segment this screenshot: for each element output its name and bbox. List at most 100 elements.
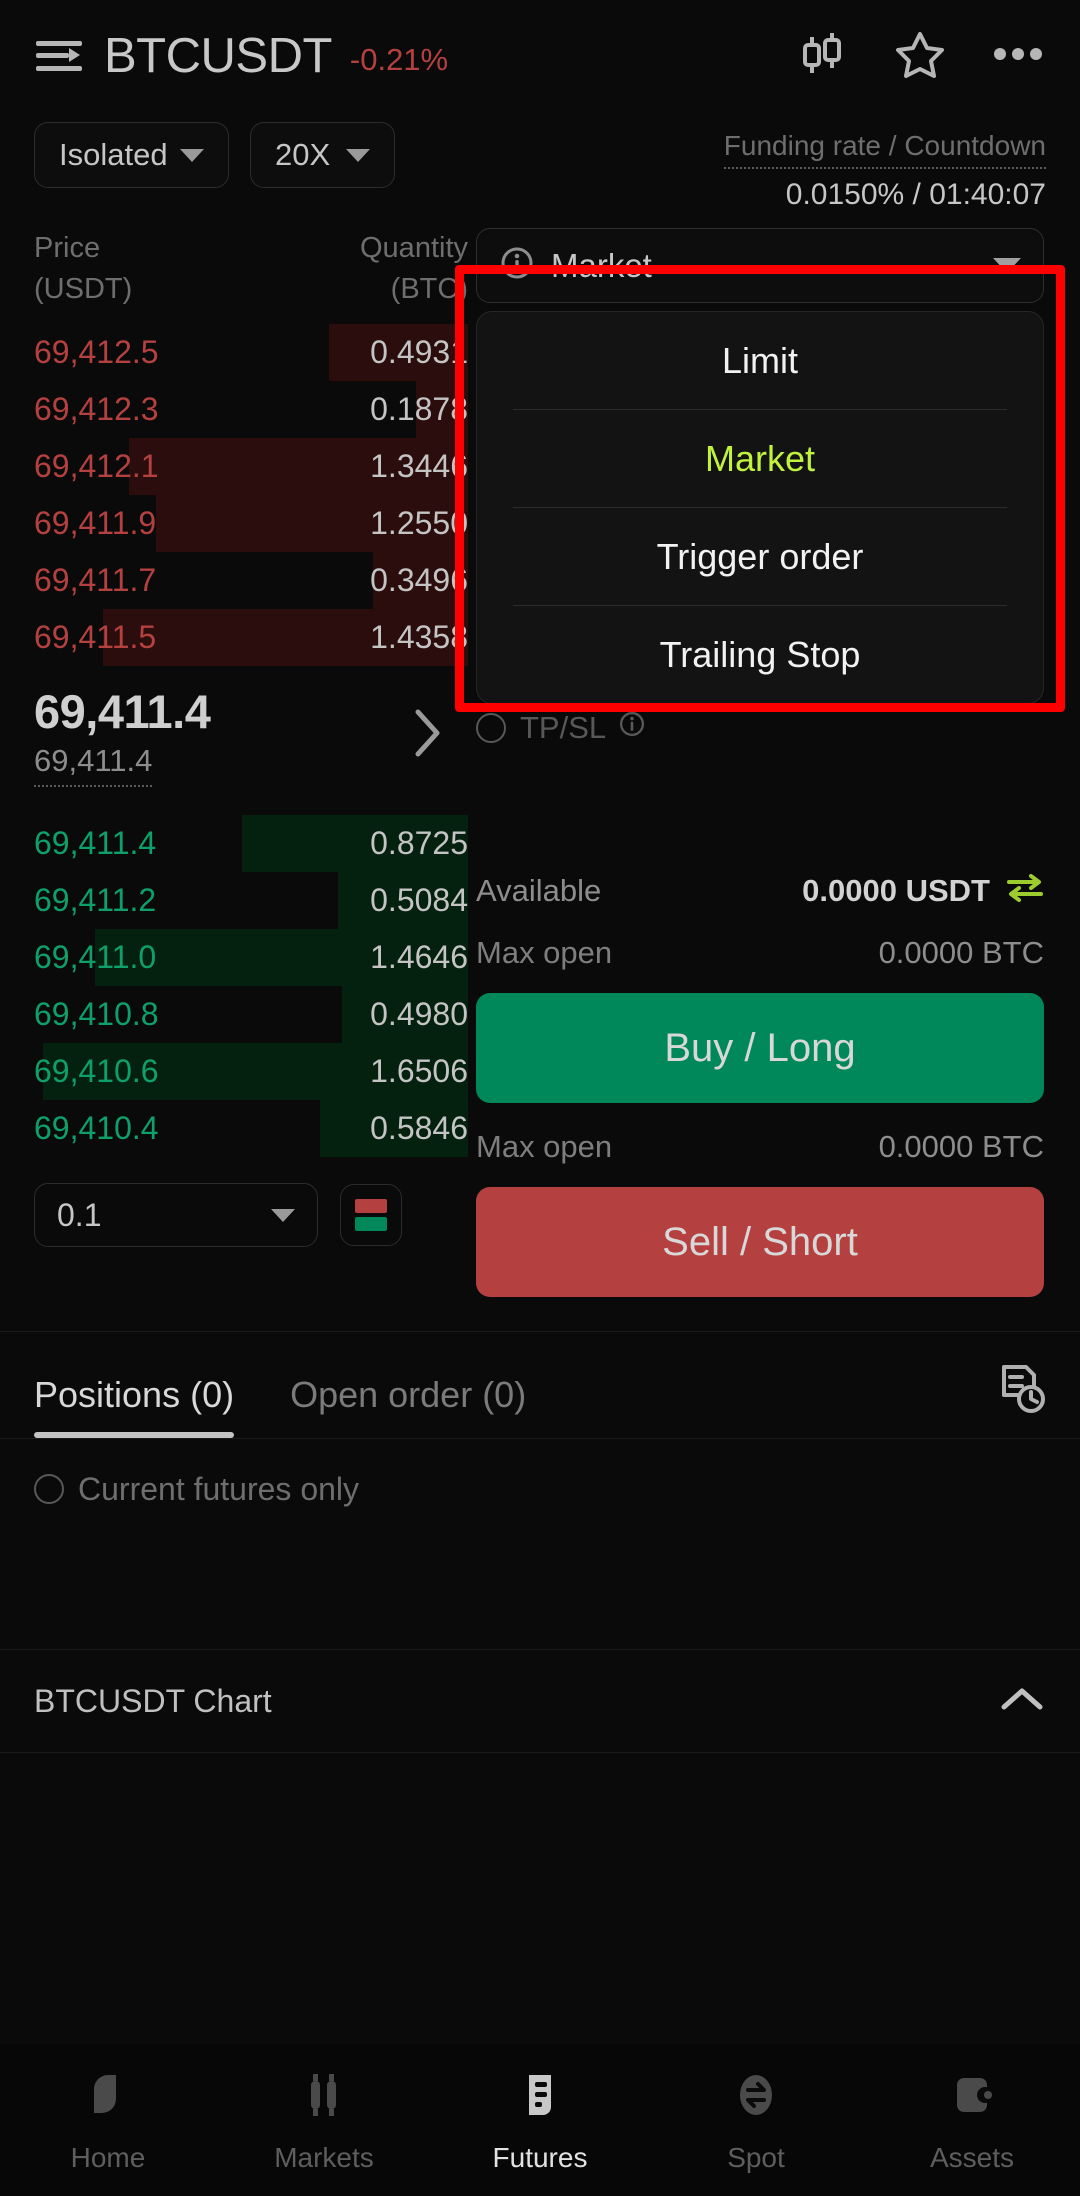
available-value: 0.0000 USDT [802, 872, 990, 908]
max-open-label: Max open [476, 1129, 613, 1164]
column-header-quantity: Quantity [360, 232, 468, 264]
markets-candles-icon [296, 2067, 352, 2128]
chevron-down-icon [271, 1208, 295, 1222]
tab-positions[interactable]: Positions (0) [34, 1374, 235, 1438]
tab-open-order[interactable]: Open order (0) [290, 1374, 526, 1438]
order-book-row[interactable]: 69,411.0 1.4646 [34, 929, 468, 986]
order-book-price: 69,410.6 [34, 1053, 159, 1089]
order-book-price: 69,411.5 [34, 619, 157, 655]
tpsl-toggle[interactable]: TP/SL [476, 710, 1044, 746]
order-book-row[interactable]: 69,410.8 0.4980 [34, 986, 468, 1043]
transfer-arrows-icon[interactable] [1006, 872, 1044, 909]
max-open-label: Max open [476, 935, 613, 970]
ask-rows: 69,412.5 0.4931 69,412.3 0.1878 69,412.1 1.34… [34, 324, 468, 666]
radio-icon[interactable] [476, 713, 506, 743]
nav-item-spot[interactable]: Spot [648, 2044, 864, 2196]
order-book-quantity: 0.8725 [370, 825, 468, 861]
current-futures-only-label: Current futures only [78, 1470, 360, 1507]
sell-short-label: Sell / Short [662, 1219, 858, 1264]
info-icon[interactable] [618, 710, 646, 746]
price-change-badge: -0.21% [349, 42, 449, 77]
tick-size-row: 0.1 [34, 1183, 468, 1247]
column-header-price-unit: (USDT) [34, 273, 133, 305]
order-book-row[interactable]: 69,412.1 1.3446 [34, 438, 468, 495]
order-book-price: 69,411.9 [34, 505, 157, 541]
order-book-row[interactable]: 69,412.5 0.4931 [34, 324, 468, 381]
depth-toggle-icon[interactable] [340, 1184, 402, 1246]
max-open-sell-row: Max open 0.0000 BTC [476, 1129, 1044, 1165]
buy-long-label: Buy / Long [664, 1025, 856, 1070]
chart-expander-row[interactable]: BTCUSDT Chart [0, 1649, 1080, 1753]
mid-price-block[interactable]: 69,411.4 69,411.4 [34, 666, 468, 801]
order-book-quantity: 0.1878 [370, 391, 468, 427]
order-book-row[interactable]: 69,410.6 1.6506 [34, 1043, 468, 1100]
home-icon [80, 2067, 136, 2128]
max-open-buy-row: Max open 0.0000 BTC [476, 935, 1044, 971]
nav-item-home[interactable]: Home [0, 2044, 216, 2196]
available-label: Available [476, 872, 602, 908]
nav-item-label: Futures [492, 2141, 588, 2173]
tick-size-value: 0.1 [57, 1196, 102, 1233]
current-futures-only-row[interactable]: Current futures only [0, 1439, 1080, 1539]
info-icon[interactable] [499, 245, 535, 286]
order-book-price: 69,411.0 [34, 939, 157, 975]
order-form: Market Limit Market Trigger order Trailing … [468, 228, 1080, 1297]
tick-size-selector[interactable]: 0.1 [34, 1183, 318, 1247]
main-content: Price (USDT) Quantity (BTC) 69,412.5 0.49… [0, 228, 1080, 1297]
order-book-price: 69,412.1 [34, 448, 159, 484]
dropdown-option-market[interactable]: Market [477, 410, 1043, 507]
order-book-price: 69,411.7 [34, 562, 157, 598]
tab-positions-label: Positions (0) [34, 1374, 235, 1415]
sell-short-button[interactable]: Sell / Short [476, 1187, 1044, 1297]
more-options-icon[interactable] [992, 44, 1044, 69]
order-book-row[interactable]: 69,412.3 0.1878 [34, 381, 468, 438]
wallet-icon [944, 2067, 1000, 2128]
order-book-row[interactable]: 69,410.4 0.5846 [34, 1100, 468, 1157]
page-title[interactable]: BTCUSDT [104, 28, 332, 84]
nav-item-futures[interactable]: Futures [432, 2044, 648, 2196]
buy-long-button[interactable]: Buy / Long [476, 993, 1044, 1103]
order-book-row[interactable]: 69,411.2 0.5084 [34, 872, 468, 929]
leverage-selector[interactable]: 20X [250, 122, 395, 188]
margin-mode-selector[interactable]: Isolated [34, 122, 229, 188]
nav-item-label: Spot [727, 2141, 785, 2173]
dropdown-option-trigger-order[interactable]: Trigger order [477, 508, 1043, 605]
order-book-price: 69,412.3 [34, 391, 159, 427]
funding-rate-block[interactable]: Funding rate / Countdown 0.0150% / 01:40… [723, 122, 1046, 212]
funding-rate-label: Funding rate / Countdown [723, 130, 1046, 169]
tpsl-label: TP/SL [520, 710, 607, 745]
order-book-quantity: 0.3496 [370, 562, 468, 598]
last-price: 69,411.4 [34, 685, 211, 738]
order-book-header: Price (USDT) Quantity (BTC) [34, 228, 468, 310]
order-book-row[interactable]: 69,411.9 1.2550 [34, 495, 468, 552]
tab-open-order-label: Open order (0) [290, 1374, 527, 1415]
order-book: Price (USDT) Quantity (BTC) 69,412.5 0.49… [0, 228, 468, 1297]
order-book-row[interactable]: 69,411.4 0.8725 [34, 815, 468, 872]
hamburger-menu-icon[interactable] [36, 39, 82, 73]
chevron-up-icon[interactable] [998, 1684, 1046, 1719]
order-book-quantity: 0.4931 [370, 334, 468, 370]
order-book-quantity: 1.2550 [370, 505, 468, 541]
dropdown-option-trailing-stop[interactable]: Trailing Stop [477, 606, 1043, 703]
nav-item-label: Assets [929, 2141, 1015, 2173]
chevron-down-icon [346, 148, 370, 162]
max-open-buy-value: 0.0000 BTC [878, 935, 1044, 970]
nav-item-markets[interactable]: Markets [216, 2044, 432, 2196]
order-type-dropdown[interactable]: Limit Market Trigger order Trailing Stop [476, 311, 1044, 704]
order-book-row[interactable]: 69,411.7 0.3496 [34, 552, 468, 609]
order-history-icon[interactable] [996, 1363, 1046, 1438]
star-icon[interactable] [894, 28, 946, 85]
order-book-quantity: 0.4980 [370, 996, 468, 1032]
order-book-quantity: 1.6506 [370, 1053, 468, 1089]
nav-item-assets[interactable]: Assets [864, 2044, 1080, 2196]
order-book-row[interactable]: 69,411.5 1.4358 [34, 609, 468, 666]
order-type-value: Market [551, 246, 652, 284]
radio-icon[interactable] [34, 1474, 64, 1504]
max-open-sell-value: 0.0000 BTC [878, 1129, 1044, 1164]
futures-trading-screen: BTCUSDT -0.21% Isolated 20X Funding rate… [0, 0, 1080, 2196]
order-type-selector[interactable]: Market [476, 228, 1044, 303]
order-book-quantity: 1.3446 [370, 448, 468, 484]
chevron-right-icon[interactable] [410, 706, 444, 765]
candlestick-chart-icon[interactable] [796, 28, 848, 85]
dropdown-option-limit[interactable]: Limit [477, 312, 1043, 409]
